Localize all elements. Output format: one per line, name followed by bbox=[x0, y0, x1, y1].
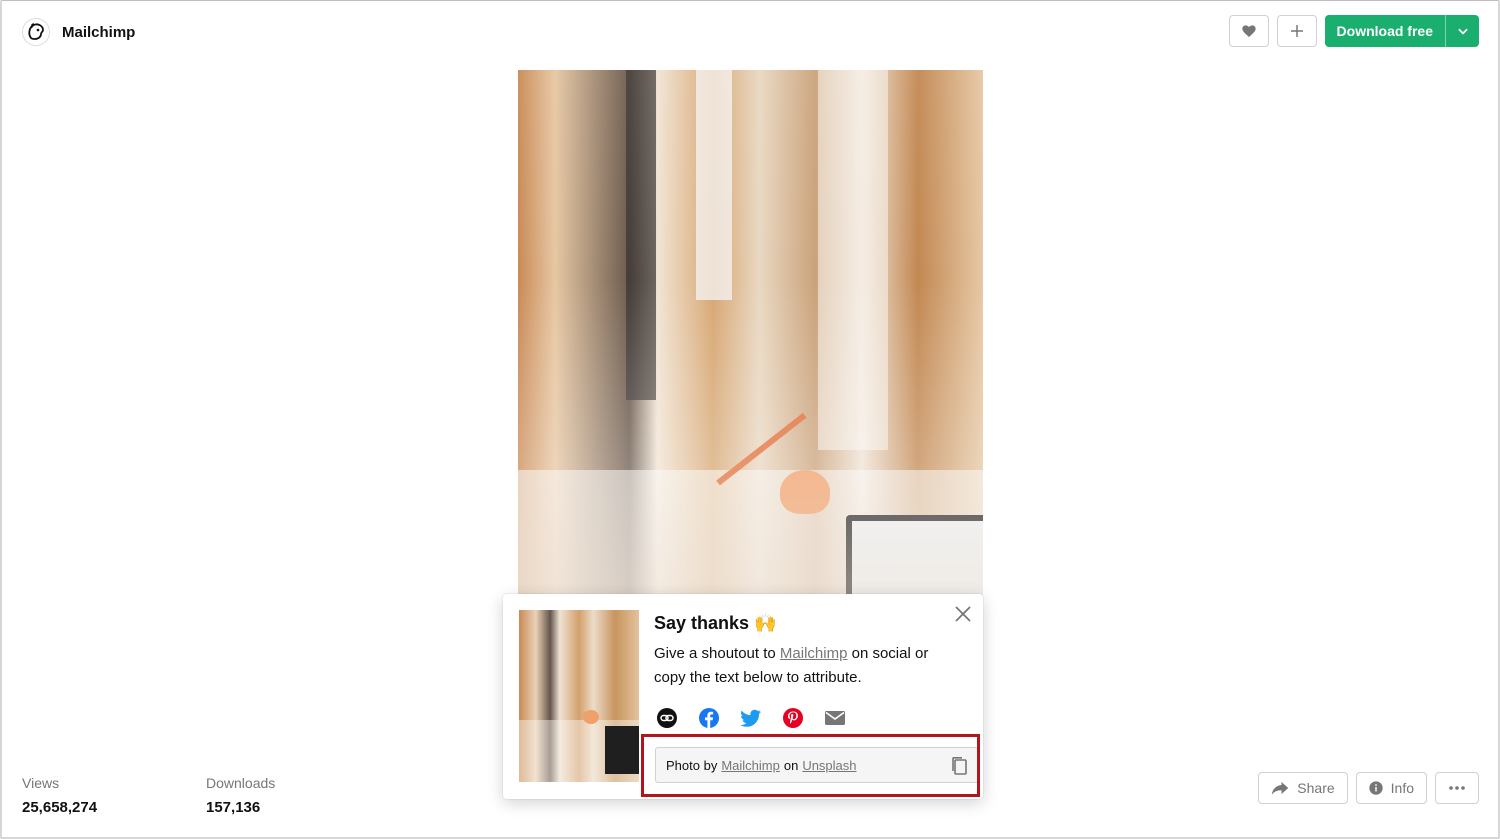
twitter-icon bbox=[740, 709, 762, 727]
views-value: 25,658,274 bbox=[22, 799, 98, 816]
copy-icon bbox=[952, 757, 967, 775]
social-share-row bbox=[656, 707, 846, 729]
facebook-share-button[interactable] bbox=[698, 707, 720, 729]
thumb-detail bbox=[605, 726, 639, 774]
popover-description: Give a shoutout to Mailchimp on social o… bbox=[654, 642, 954, 690]
brand-name[interactable]: Mailchimp bbox=[62, 24, 135, 41]
share-button[interactable]: Share bbox=[1258, 772, 1348, 804]
close-icon bbox=[955, 606, 971, 622]
heart-icon bbox=[1241, 25, 1256, 37]
twitter-share-button[interactable] bbox=[740, 707, 762, 729]
popover-title: Say thanks 🙌 bbox=[654, 613, 777, 633]
copy-attribution-button[interactable] bbox=[950, 756, 968, 776]
info-button[interactable]: Info bbox=[1355, 772, 1427, 804]
link-icon bbox=[657, 708, 677, 728]
download-free-button[interactable]: Download free bbox=[1324, 15, 1445, 47]
thumb-detail bbox=[583, 710, 599, 724]
downloads-label: Downloads bbox=[206, 775, 276, 791]
mailchimp-logo-icon bbox=[24, 20, 48, 44]
views-stat: Views 25,658,274 bbox=[22, 775, 97, 816]
pinterest-share-button[interactable] bbox=[782, 707, 804, 729]
facebook-icon bbox=[699, 708, 719, 728]
popover-text-before: Give a shoutout to bbox=[654, 645, 780, 662]
copy-link-button[interactable] bbox=[656, 707, 678, 729]
download-options-button[interactable] bbox=[1445, 15, 1479, 47]
main-photo[interactable] bbox=[518, 70, 983, 600]
say-thanks-popover: Say thanks 🙌 Give a shoutout to Mailchim… bbox=[503, 594, 983, 799]
popover-thumbnail bbox=[519, 610, 639, 782]
share-label: Share bbox=[1297, 780, 1335, 796]
attribution-prefix: Photo by bbox=[666, 757, 718, 773]
info-label: Info bbox=[1390, 780, 1414, 796]
downloads-stat: Downloads 157,136 bbox=[206, 775, 275, 816]
header-brand[interactable]: Mailchimp bbox=[22, 16, 135, 48]
bottom-actions: Share Info bbox=[1258, 772, 1479, 804]
share-arrow-icon bbox=[1272, 782, 1289, 795]
avatar[interactable] bbox=[22, 18, 50, 46]
photo-shade bbox=[518, 70, 983, 600]
attribution-middle: on bbox=[783, 757, 799, 773]
add-to-collection-button[interactable] bbox=[1276, 15, 1317, 47]
chevron-down-icon bbox=[1457, 28, 1468, 35]
plus-icon bbox=[1290, 25, 1303, 37]
header-actions: Download free bbox=[1228, 15, 1479, 47]
attribution-author-link[interactable]: Mailchimp bbox=[721, 758, 780, 773]
like-button[interactable] bbox=[1228, 15, 1269, 47]
close-popover-button[interactable] bbox=[953, 604, 973, 624]
email-share-button[interactable] bbox=[824, 707, 846, 729]
email-icon bbox=[825, 711, 845, 725]
downloads-value: 157,136 bbox=[206, 799, 261, 816]
attribution-site-link[interactable]: Unsplash bbox=[802, 758, 856, 773]
author-link[interactable]: Mailchimp bbox=[780, 645, 848, 662]
pinterest-icon bbox=[783, 708, 803, 728]
more-actions-button[interactable] bbox=[1435, 772, 1479, 804]
more-horizontal-icon bbox=[1449, 786, 1465, 790]
download-group: Download free bbox=[1324, 15, 1479, 47]
attribution-box[interactable]: Photo by Mailchimp on Unsplash bbox=[655, 747, 979, 783]
views-label: Views bbox=[22, 775, 60, 791]
info-icon bbox=[1368, 781, 1383, 795]
